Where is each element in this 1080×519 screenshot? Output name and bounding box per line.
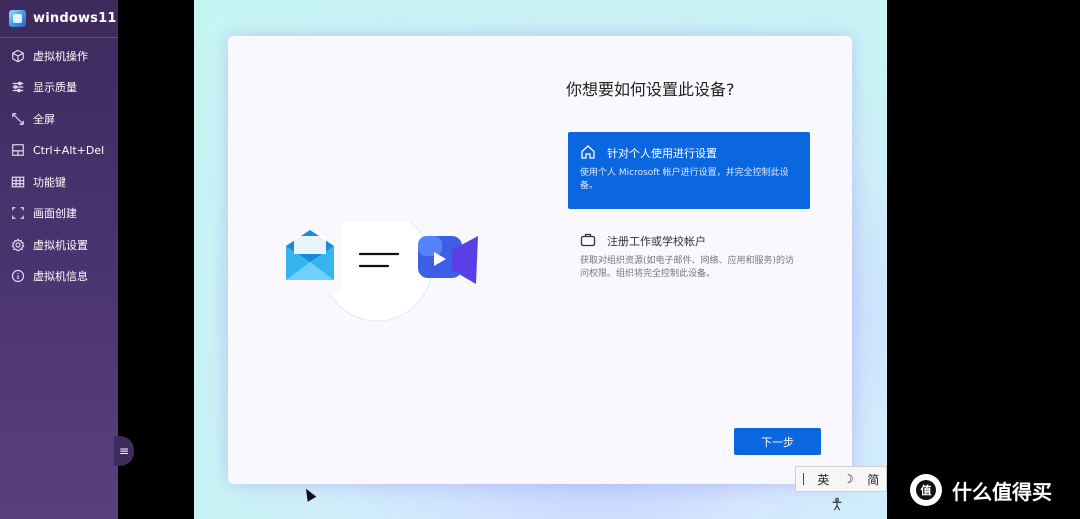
sidebar-item-label: 全屏 — [33, 112, 55, 126]
sidebar-item-screen-capture[interactable]: 画面创建 — [0, 198, 118, 230]
sidebar-menu: 虚拟机操作 显示质量 全屏 Ctrl+Alt+Del 功能键 画面创建 虚拟机设… — [0, 38, 118, 292]
setup-illustration — [282, 210, 492, 332]
sidebar-item-label: 虚拟机设置 — [33, 238, 88, 252]
sliders-icon — [10, 79, 26, 95]
sidebar-item-label: 虚拟机信息 — [33, 270, 88, 284]
option-personal-title: 针对个人使用进行设置 — [607, 147, 717, 160]
sidebar-header: windows11 — [0, 0, 118, 38]
option-work-desc: 获取对组织资源(如电子邮件、网络、应用和服务)的访问权限。组织将完全控制此设备。 — [580, 256, 795, 279]
keyboard-shortcut-icon — [10, 142, 26, 158]
next-button[interactable]: 下一步 — [734, 428, 821, 455]
vm-title: windows11 — [33, 11, 117, 26]
info-icon — [10, 268, 26, 284]
svg-text:值: 值 — [921, 483, 932, 497]
cube-icon — [10, 48, 26, 64]
sidebar-item-fullscreen[interactable]: 全屏 — [0, 103, 118, 135]
ime-toolbar[interactable]: 英 ☽ 简 — [795, 466, 887, 492]
option-work-title: 注册工作或学校帐户 — [607, 235, 706, 248]
sidebar-item-vm-settings[interactable]: 虚拟机设置 — [0, 229, 118, 261]
briefcase-icon — [580, 232, 598, 250]
vm-logo-icon — [9, 10, 26, 27]
option-personal-desc: 使用个人 Microsoft 帐户进行设置，并完全控制此设备。 — [580, 168, 789, 191]
sidebar-item-label: 功能键 — [33, 175, 66, 189]
sidebar-item-label: 虚拟机操作 — [33, 49, 88, 63]
crop-icon — [10, 205, 26, 221]
sidebar-item-label: 显示质量 — [33, 81, 77, 95]
sidebar-toggle-button[interactable]: ≡ — [114, 436, 134, 466]
grid-icon — [10, 174, 26, 190]
accessibility-icon[interactable] — [830, 496, 844, 511]
watermark: 值 什么值得买 — [910, 474, 1052, 506]
ime-halfwidth-icon[interactable]: ☽ — [843, 472, 854, 486]
ime-mode-toggle[interactable]: 英 — [817, 471, 829, 488]
sidebar-item-vm-info[interactable]: 虚拟机信息 — [0, 261, 118, 293]
sidebar-item-display-quality[interactable]: 显示质量 — [0, 72, 118, 104]
ime-script-toggle[interactable]: 简 — [867, 471, 879, 488]
home-icon — [580, 144, 598, 162]
ime-drag-handle[interactable] — [802, 473, 804, 485]
vm-screen[interactable]: 你想要如何设置此设备? 针对个人使用进行设置 使用个人 Microsoft 帐户… — [194, 0, 887, 519]
sidebar-item-vm-operations[interactable]: 虚拟机操作 — [0, 40, 118, 72]
vm-sidebar: windows11 虚拟机操作 显示质量 全屏 Ctrl+Alt+Del 功能键… — [0, 0, 118, 519]
menu-icon: ≡ — [118, 444, 130, 458]
watermark-text: 什么值得买 — [952, 479, 1052, 504]
sidebar-item-label: Ctrl+Alt+Del — [33, 143, 105, 157]
smzdm-logo-icon: 值 — [910, 474, 942, 506]
option-personal-use[interactable]: 针对个人使用进行设置 使用个人 Microsoft 帐户进行设置，并完全控制此设… — [568, 132, 810, 209]
sidebar-item-label: 画面创建 — [33, 207, 77, 221]
sidebar-item-function-keys[interactable]: 功能键 — [0, 166, 118, 198]
sidebar-item-ctrl-alt-del[interactable]: Ctrl+Alt+Del — [0, 135, 118, 167]
gear-icon — [10, 237, 26, 253]
setup-question: 你想要如何设置此设备? — [566, 80, 735, 99]
expand-icon — [10, 111, 26, 127]
oobe-dialog: 你想要如何设置此设备? 针对个人使用进行设置 使用个人 Microsoft 帐户… — [228, 36, 852, 484]
option-work-school[interactable]: 注册工作或学校帐户 获取对组织资源(如电子邮件、网络、应用和服务)的访问权限。组… — [568, 220, 810, 300]
